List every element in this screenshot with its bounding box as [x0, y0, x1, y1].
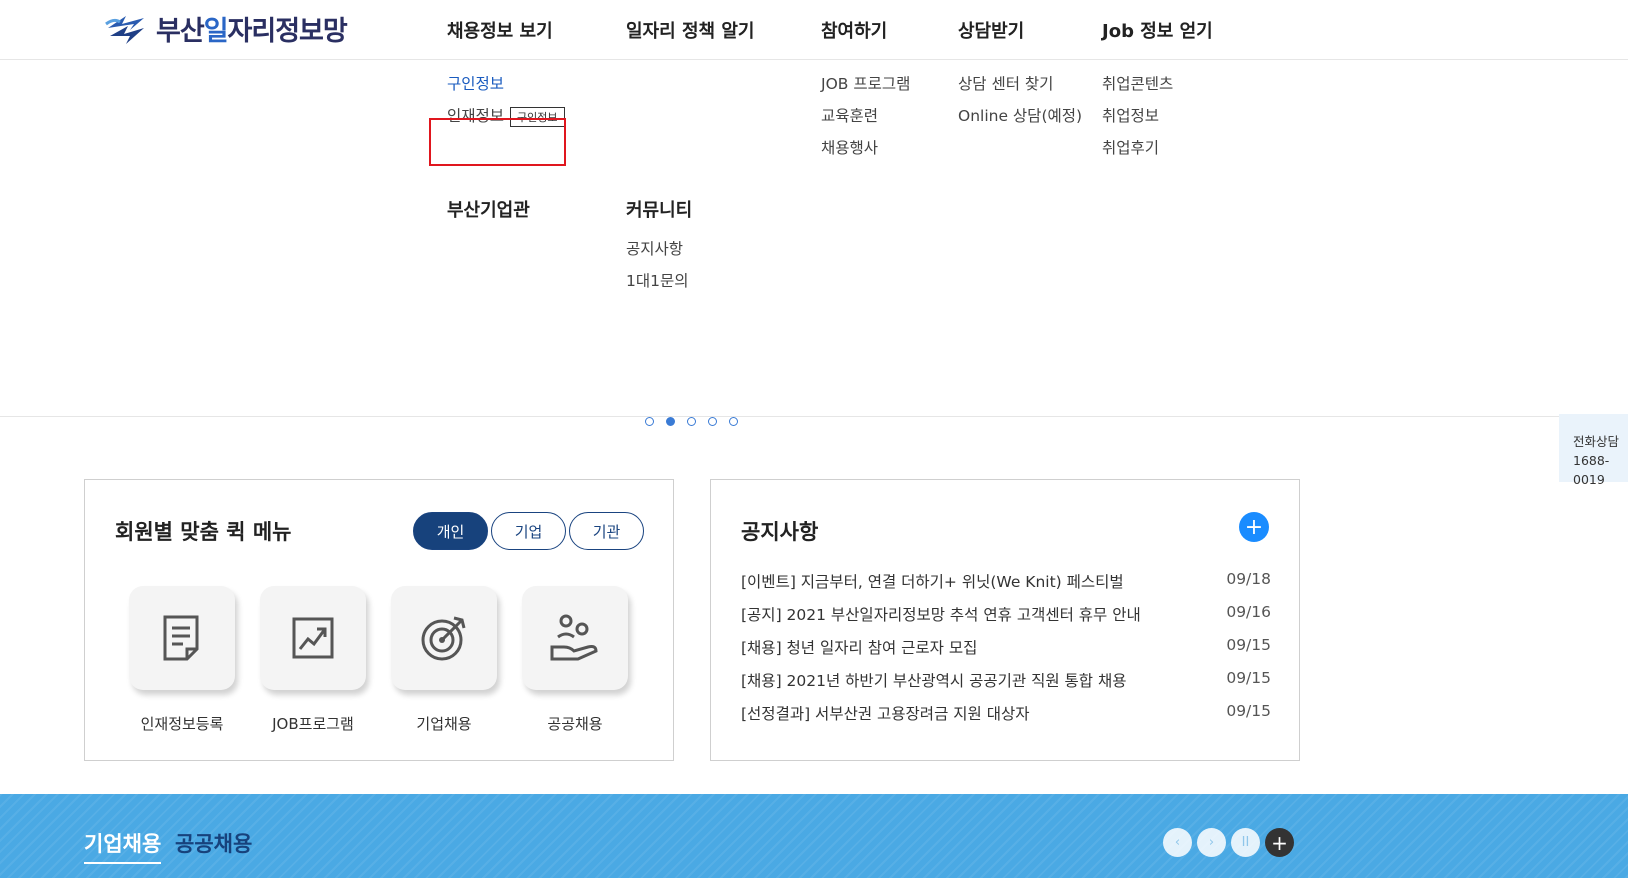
- phone-consult-label: 전화상담: [1573, 434, 1620, 449]
- document-icon: [163, 615, 199, 661]
- quick-menu-panel: 회원별 맞춤 퀵 메뉴 개인 기업 기관 인재정보등록 JOB프로그램 기업채용…: [84, 479, 674, 761]
- quick-label-job-program: JOB프로그램: [272, 715, 354, 733]
- quick-job-program[interactable]: [260, 586, 366, 690]
- submenu-job-openings[interactable]: 구인정보: [447, 72, 504, 94]
- notice-row[interactable]: [채용] 청년 일자리 참여 근로자 모집 09/15: [741, 636, 1271, 660]
- gnb-consult[interactable]: 상담받기: [958, 17, 1024, 43]
- phone-consult-number: 1688-0019: [1573, 453, 1610, 487]
- gnb-job-info[interactable]: Job 정보 얻기: [1102, 17, 1213, 43]
- quick-label-public: 공공채용: [547, 715, 603, 733]
- next-button[interactable]: ›: [1197, 828, 1226, 857]
- notice-row[interactable]: [채용] 2021년 하반기 부산광역시 공공기관 직원 통합 채용 09/15: [741, 669, 1271, 693]
- header: 부산일자리정보망 채용정보 보기 일자리 정책 알기 참여하기 상담받기 Job…: [0, 0, 1628, 60]
- notice-row-title: [이벤트] 지금부터, 연결 더하기+ 위닛(We Knit) 페스티벌: [741, 573, 1124, 591]
- pill-company[interactable]: 기업: [491, 512, 566, 550]
- pill-institution[interactable]: 기관: [569, 512, 644, 550]
- menu-busan-companies[interactable]: 부산기업관: [447, 196, 530, 222]
- gnb-participate[interactable]: 참여하기: [821, 17, 887, 43]
- job-openings-tag: 구인정보: [510, 106, 565, 127]
- slider-dot[interactable]: [687, 417, 696, 426]
- target-icon: [421, 616, 466, 661]
- prev-button[interactable]: ‹: [1163, 828, 1192, 857]
- slider-dot[interactable]: [645, 417, 654, 426]
- more-button[interactable]: +: [1265, 828, 1294, 857]
- quick-talent-register[interactable]: [129, 586, 235, 690]
- notice-row-title: [채용] 청년 일자리 참여 근로자 모집: [741, 639, 978, 657]
- submenu-online-consult[interactable]: Online 상담(예정): [958, 104, 1082, 126]
- logo-mark-icon: [104, 8, 148, 48]
- tab-public-recruit[interactable]: 공공채용: [175, 828, 252, 858]
- notice-row-title: [선정결과] 서부산권 고용장려금 지원 대상자: [741, 705, 1030, 723]
- slider-dot-active[interactable]: [666, 417, 675, 426]
- logo-text: 부산일자리정보망: [156, 15, 348, 47]
- notice-row[interactable]: [공지] 2021 부산일자리정보망 추석 연휴 고객센터 휴무 안내 09/16: [741, 603, 1271, 627]
- submenu-one-on-one[interactable]: 1대1문의: [626, 269, 689, 291]
- submenu-reviews[interactable]: 취업후기: [1102, 136, 1159, 158]
- notice-row-title: [채용] 2021년 하반기 부산광역시 공공기관 직원 통합 채용: [741, 672, 1127, 690]
- gnb-recruit-info[interactable]: 채용정보 보기: [447, 17, 553, 43]
- pill-individual[interactable]: 개인: [413, 512, 488, 550]
- slider-dot[interactable]: [729, 417, 738, 426]
- quick-menu-title: 회원별 맞춤 퀵 메뉴: [115, 520, 292, 544]
- submenu-training[interactable]: 교육훈련: [821, 104, 878, 126]
- submenu-talent-info[interactable]: 인재정보 구인정보: [447, 104, 565, 127]
- gnb-job-policy[interactable]: 일자리 정책 알기: [626, 17, 754, 43]
- submenu-job-news[interactable]: 취업정보: [1102, 104, 1159, 126]
- pause-button[interactable]: II: [1231, 828, 1260, 857]
- page: 부산일자리정보망 채용정보 보기 일자리 정책 알기 참여하기 상담받기 Job…: [0, 0, 1628, 878]
- notice-title: 공지사항: [741, 520, 819, 544]
- notice-panel: 공지사항 + [이벤트] 지금부터, 연결 더하기+ 위닛(We Knit) 페…: [710, 479, 1300, 761]
- notice-row-date: 09/15: [1226, 669, 1271, 687]
- phone-consult-widget[interactable]: 전화상담 1688-0019: [1559, 414, 1628, 487]
- submenu-job-content[interactable]: 취업콘텐츠: [1102, 72, 1173, 94]
- quick-label-talent: 인재정보등록: [140, 715, 224, 733]
- tab-company-recruit[interactable]: 기업채용: [84, 828, 162, 864]
- notice-row-date: 09/15: [1226, 636, 1271, 654]
- slider-dots: [645, 417, 738, 426]
- submenu-talent-info-label: 인재정보: [447, 107, 505, 125]
- notice-row-date: 09/18: [1226, 570, 1271, 588]
- notice-row[interactable]: [이벤트] 지금부터, 연결 더하기+ 위닛(We Knit) 페스티벌 09/1…: [741, 570, 1271, 594]
- notice-row-title: [공지] 2021 부산일자리정보망 추석 연휴 고객센터 휴무 안내: [741, 606, 1141, 624]
- notice-row-date: 09/16: [1226, 603, 1271, 621]
- quick-label-company: 기업채용: [416, 715, 472, 733]
- notice-more-button[interactable]: +: [1239, 512, 1269, 542]
- quick-public-recruit[interactable]: [522, 586, 628, 690]
- submenu-job-program[interactable]: JOB 프로그램: [821, 72, 910, 94]
- submenu-find-center[interactable]: 상담 센터 찾기: [958, 72, 1053, 94]
- recruit-band: 기업채용 공공채용 ‹ › II +: [0, 794, 1628, 878]
- mega-menu: 구인정보 인재정보 구인정보 JOB 프로그램 교육훈련 채용행사 상담 센터 찾…: [0, 61, 1628, 417]
- notice-row-date: 09/15: [1226, 702, 1271, 720]
- chart-icon: [292, 617, 334, 659]
- submenu-job-fair[interactable]: 채용행사: [821, 136, 878, 158]
- submenu-notice[interactable]: 공지사항: [626, 237, 683, 259]
- slider-dot[interactable]: [708, 417, 717, 426]
- quick-company-recruit[interactable]: [391, 586, 497, 690]
- menu-community[interactable]: 커뮤니티: [626, 196, 692, 222]
- site-logo[interactable]: 부산일자리정보망: [104, 8, 348, 48]
- hand-people-icon: [550, 614, 598, 661]
- notice-row[interactable]: [선정결과] 서부산권 고용장려금 지원 대상자 09/15: [741, 702, 1271, 726]
